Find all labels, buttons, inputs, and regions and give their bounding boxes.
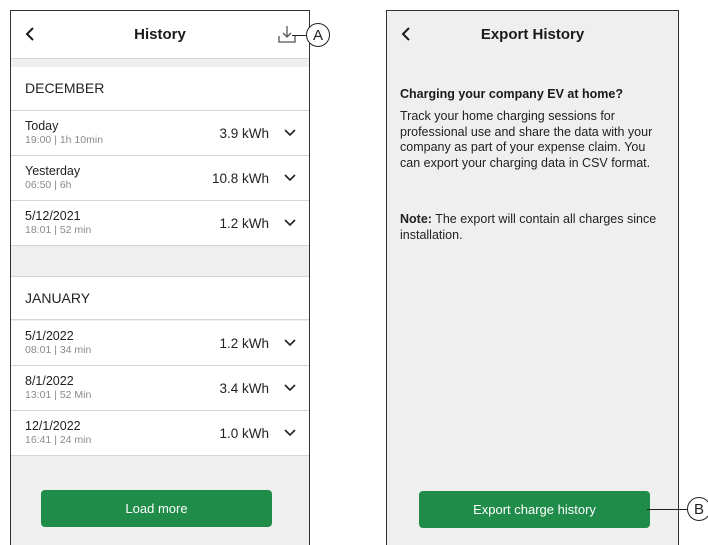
export-description: Track your home charging sessions for pr… <box>400 109 653 170</box>
export-header: Export History <box>387 11 678 59</box>
history-entry[interactable]: Today 19:00 | 1h 10min 3.9 kWh <box>11 111 309 156</box>
page-title: History <box>134 26 186 43</box>
note-text: The export will contain all charges sinc… <box>400 212 657 242</box>
export-history-screen: Export History Charging your company EV … <box>386 10 679 545</box>
callout-a: A <box>306 23 330 47</box>
chevron-down-icon[interactable] <box>283 127 297 139</box>
entry-time-duration: 16:41 | 24 min <box>25 434 92 446</box>
page-title: Export History <box>480 26 585 43</box>
entry-date: 8/1/2022 <box>25 374 74 388</box>
entry-time-duration: 19:00 | 1h 10min <box>25 134 104 146</box>
history-entry[interactable]: 12/1/2022 16:41 | 24 min 1.0 kWh <box>11 411 309 456</box>
month-header-january: JANUARY <box>11 276 309 320</box>
entry-time-duration: 06:50 | 6h <box>25 179 72 191</box>
callout-a-leader <box>292 35 307 36</box>
chevron-down-icon[interactable] <box>283 172 297 184</box>
history-entry[interactable]: 8/1/2022 13:01 | 52 Min 3.4 kWh <box>11 366 309 411</box>
entry-date: Yesterday <box>25 164 81 178</box>
entry-date: Today <box>25 119 59 133</box>
entry-time-duration: 08:01 | 34 min <box>25 344 92 356</box>
entry-energy: 3.9 kWh <box>219 126 269 141</box>
chevron-left-icon[interactable] <box>19 23 41 45</box>
export-note: Note: The export will contain all charge… <box>400 212 662 243</box>
callout-b-leader <box>647 509 688 510</box>
export-heading: Charging your company EV at home? <box>400 87 623 101</box>
callout-b: B <box>687 497 708 521</box>
chevron-down-icon[interactable] <box>283 217 297 229</box>
entry-energy: 1.0 kWh <box>219 426 269 441</box>
entry-energy: 3.4 kWh <box>219 381 269 396</box>
entry-energy: 1.2 kWh <box>219 216 269 231</box>
history-header: History <box>11 11 309 59</box>
note-label: Note: <box>400 212 432 226</box>
history-entry[interactable]: 5/1/2022 08:01 | 34 min 1.2 kWh <box>11 321 309 366</box>
chevron-down-icon[interactable] <box>283 382 297 394</box>
chevron-left-icon[interactable] <box>395 23 417 45</box>
entry-energy: 10.8 kWh <box>211 171 269 186</box>
entry-date: 5/12/2021 <box>25 209 81 223</box>
entry-date: 12/1/2022 <box>25 419 81 433</box>
month-header-december: DECEMBER <box>11 67 309 111</box>
load-more-button[interactable]: Load more <box>41 490 272 527</box>
history-screen: History DECEMBER Today 19:00 | 1h 10min … <box>10 10 310 545</box>
chevron-down-icon[interactable] <box>283 427 297 439</box>
entry-time-duration: 18:01 | 52 min <box>25 224 92 236</box>
entry-date: 5/1/2022 <box>25 329 74 343</box>
entry-energy: 1.2 kWh <box>219 336 269 351</box>
entry-time-duration: 13:01 | 52 Min <box>25 389 92 401</box>
history-entry[interactable]: Yesterday 06:50 | 6h 10.8 kWh <box>11 156 309 201</box>
history-entry[interactable]: 5/12/2021 18:01 | 52 min 1.2 kWh <box>11 201 309 246</box>
chevron-down-icon[interactable] <box>283 337 297 349</box>
export-charge-history-button[interactable]: Export charge history <box>419 491 650 528</box>
